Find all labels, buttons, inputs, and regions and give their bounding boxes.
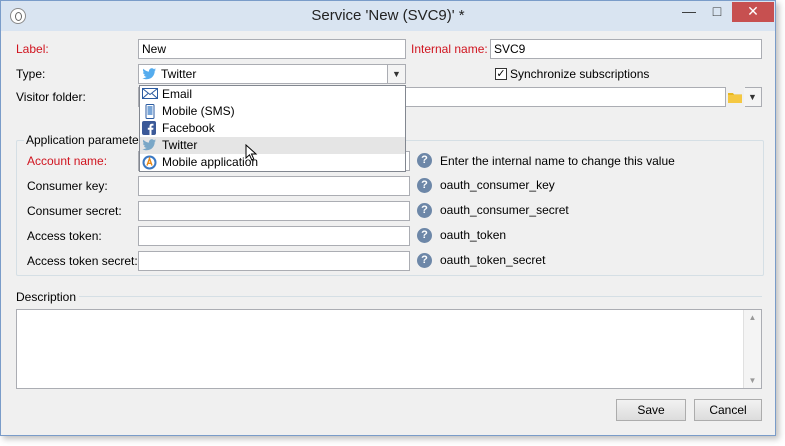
close-button[interactable]: ✕ [732, 2, 774, 22]
service-dialog: Service 'New (SVC9)' * — □ ✕ Label: New … [0, 0, 776, 436]
access-token-secret-label: Access token secret: [27, 254, 138, 268]
option-label: Email [162, 87, 193, 101]
label-input[interactable]: New [138, 39, 406, 59]
help-icon[interactable]: ? [417, 228, 432, 243]
internal-name-label: Internal name: [411, 42, 488, 56]
save-button[interactable]: Save [616, 399, 686, 421]
consumer-key-hint: oauth_consumer_key [440, 178, 555, 192]
application-parameters-title: Application parameters [24, 133, 151, 147]
consumer-key-label: Consumer key: [27, 179, 108, 193]
window-title: Service 'New (SVC9)' * [311, 7, 465, 24]
facebook-icon [142, 121, 156, 138]
synchronize-subscriptions-checkbox[interactable]: ✓ [495, 68, 507, 80]
twitter-icon [142, 67, 157, 84]
description-title: Description [16, 290, 77, 304]
option-label: Mobile application [162, 155, 259, 169]
description-divider [79, 296, 762, 297]
description-textarea[interactable]: ▲ ▼ [16, 309, 762, 389]
type-option-facebook[interactable]: Facebook [140, 120, 405, 137]
option-label: Mobile (SMS) [162, 104, 235, 118]
cancel-button[interactable]: Cancel [694, 399, 762, 421]
mouse-cursor-icon [245, 143, 259, 165]
access-token-label: Access token: [27, 229, 102, 243]
chevron-down-icon: ▼ [744, 88, 761, 106]
help-icon[interactable]: ? [417, 153, 432, 168]
synchronize-subscriptions-label: Synchronize subscriptions [510, 67, 650, 81]
option-label: Twitter [162, 138, 198, 152]
visitor-folder-menu-button[interactable]: ▼ [744, 87, 762, 107]
twitter-icon [142, 138, 157, 155]
access-token-secret-hint: oauth_token_secret [440, 253, 546, 267]
help-icon[interactable]: ? [417, 178, 432, 193]
type-option-twitter[interactable]: Twitter [140, 137, 405, 154]
type-option-mobile-application[interactable]: Mobile application [140, 154, 405, 171]
type-select-value: Twitter [161, 67, 197, 81]
option-label: Facebook [162, 121, 215, 135]
help-icon[interactable]: ? [417, 253, 432, 268]
type-dropdown-list: Email Mobile (SMS) Facebook Twitter Mobi… [139, 85, 406, 172]
type-option-mobile-sms[interactable]: Mobile (SMS) [140, 103, 405, 120]
access-token-hint: oauth_token [440, 228, 507, 242]
account-name-label: Account name: [27, 154, 108, 168]
account-name-hint: Enter the internal name to change this v… [440, 154, 675, 168]
internal-name-input[interactable]: SVC9 [490, 39, 762, 59]
consumer-secret-hint: oauth_consumer_secret [440, 203, 569, 217]
maximize-button[interactable]: □ [704, 2, 730, 22]
access-token-secret-input[interactable] [138, 251, 410, 271]
minimize-button[interactable]: — [676, 2, 702, 22]
help-icon[interactable]: ? [417, 203, 432, 218]
mobile-application-icon [142, 155, 157, 173]
type-select[interactable]: Twitter ▼ [138, 64, 406, 84]
title-bar: Service 'New (SVC9)' * — □ ✕ [1, 1, 775, 31]
visitor-folder-label: Visitor folder: [16, 90, 86, 104]
type-label: Type: [16, 67, 46, 81]
consumer-secret-label: Consumer secret: [27, 204, 122, 218]
folder-icon[interactable] [728, 91, 742, 106]
description-scrollbar[interactable]: ▲ ▼ [743, 310, 761, 388]
chevron-down-icon[interactable]: ▼ [387, 65, 405, 83]
access-token-input[interactable] [138, 226, 410, 246]
type-option-email[interactable]: Email [140, 86, 405, 103]
label-field-label: Label: [16, 42, 49, 56]
scroll-up-icon[interactable]: ▲ [744, 310, 761, 325]
consumer-key-input[interactable] [138, 176, 410, 196]
consumer-secret-input[interactable] [138, 201, 410, 221]
scroll-down-icon[interactable]: ▼ [744, 373, 761, 388]
email-icon [142, 87, 158, 103]
